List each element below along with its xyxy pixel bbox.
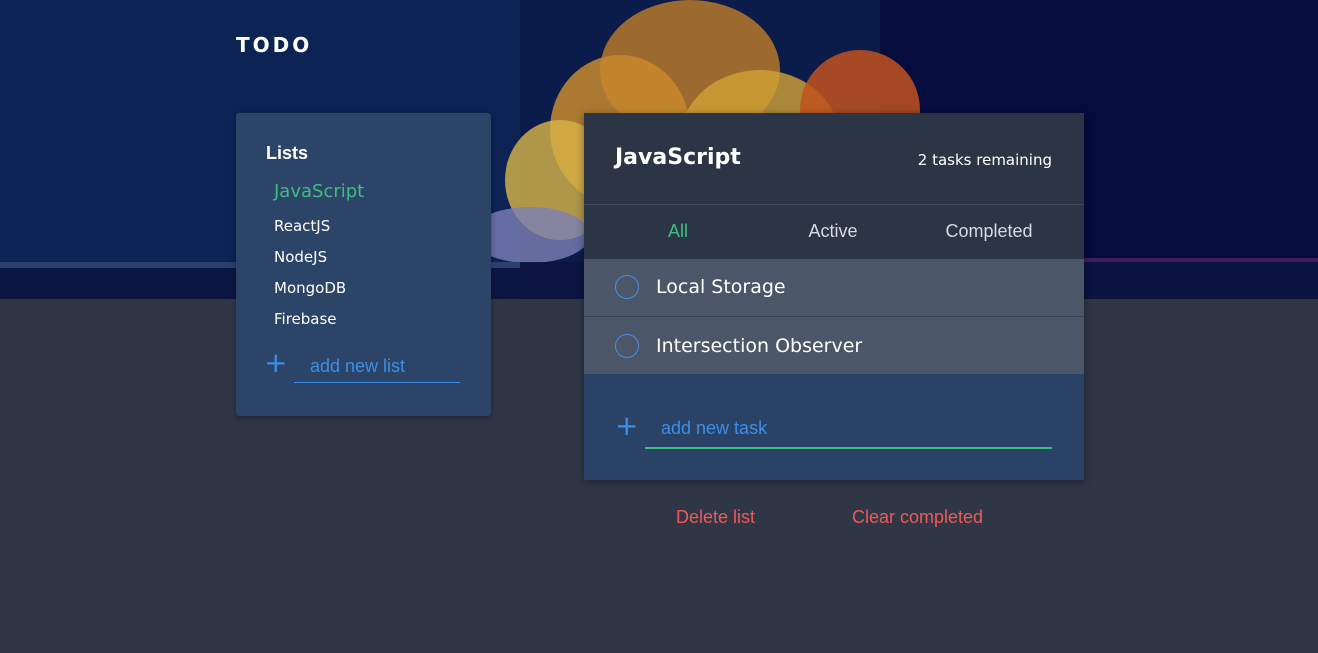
sidebar-item-javascript[interactable]: JavaScript [274,181,364,202]
tasks-remaining-count: 2 tasks remaining [917,151,1052,169]
sidebar-item-firebase[interactable]: Firebase [274,310,337,328]
plus-icon[interactable]: + [615,412,638,440]
task-item: Intersection Observer [584,316,1084,374]
lists-panel: Lists JavaScript ReactJS NodeJS MongoDB … [236,113,491,416]
sidebar-item-reactjs[interactable]: ReactJS [274,217,330,235]
tab-active[interactable]: Active [755,221,911,242]
add-task-input[interactable] [645,409,1052,449]
plus-icon[interactable]: + [264,349,287,377]
task-checkbox[interactable] [615,275,639,299]
tasks-header: JavaScript 2 tasks remaining [584,113,1084,205]
lists-heading: Lists [266,143,309,163]
delete-list-button[interactable]: Delete list [676,507,755,528]
sidebar-item-mongodb[interactable]: MongoDB [274,279,346,297]
task-item: Local Storage [584,259,1084,316]
task-label[interactable]: Local Storage [656,276,786,298]
tab-all[interactable]: All [600,221,756,242]
add-list-input[interactable] [294,351,460,383]
filter-tabs: All Active Completed [584,205,1084,259]
tasks-panel: JavaScript 2 tasks remaining All Active … [584,113,1084,480]
task-label[interactable]: Intersection Observer [656,335,862,357]
app-title: TODO [236,33,313,57]
sidebar-item-nodejs[interactable]: NodeJS [274,248,327,266]
task-checkbox[interactable] [615,334,639,358]
list-title: JavaScript [615,145,741,170]
add-task-area: + [584,374,1084,480]
clear-completed-button[interactable]: Clear completed [852,507,983,528]
tab-completed[interactable]: Completed [911,221,1067,242]
